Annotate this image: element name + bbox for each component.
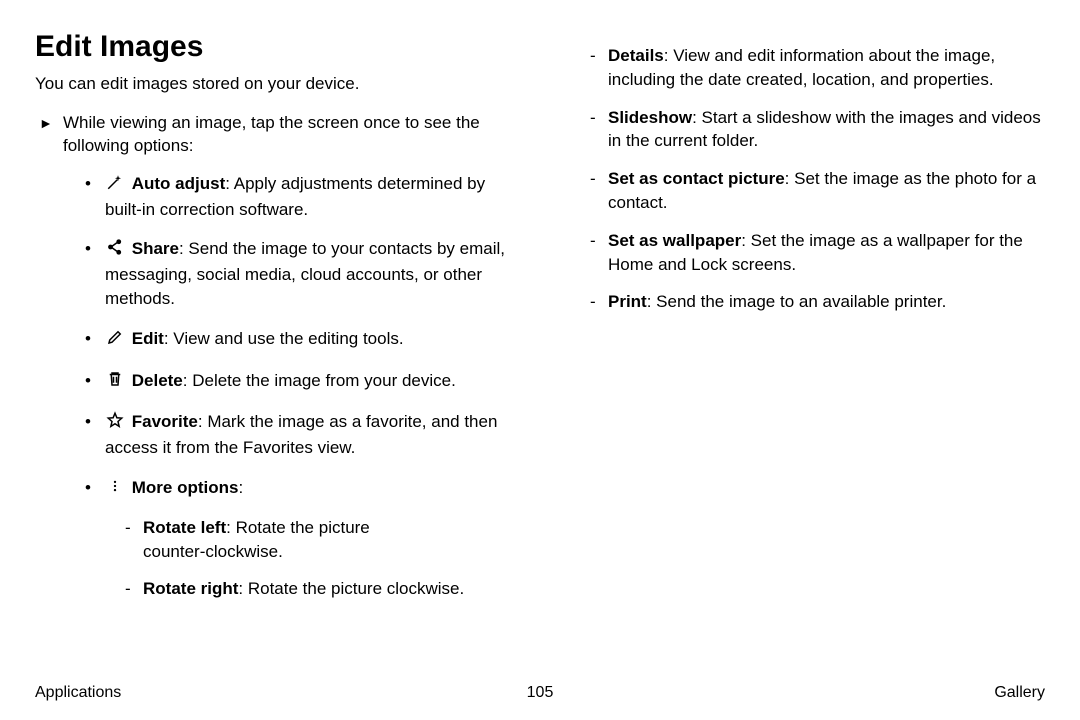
trash-icon — [105, 370, 125, 395]
share-icon — [105, 238, 125, 263]
option-label: Share — [132, 239, 179, 258]
pencil-icon — [105, 328, 125, 353]
sub-label: Set as contact picture — [608, 169, 785, 188]
star-icon — [105, 411, 125, 436]
option-desc: : View and use the editing tools. — [164, 329, 404, 348]
step-marker-icon: ► — [39, 112, 63, 158]
footer-right: Gallery — [994, 684, 1045, 702]
option-favorite: Favorite: Mark the image as a favorite, … — [85, 410, 510, 460]
option-more: More options: Rotate left: Rotate the pi… — [85, 476, 510, 601]
sub-print: Print: Send the image to an available pr… — [590, 290, 1045, 314]
sub-wallpaper: Set as wallpaper: Set the image as a wal… — [590, 229, 1045, 277]
option-delete: Delete: Delete the image from your devic… — [85, 369, 510, 395]
option-label: Delete — [132, 371, 183, 390]
option-share: Share: Send the image to your contacts b… — [85, 237, 510, 310]
options-list: Auto adjust: Apply adjustments determine… — [35, 172, 510, 601]
sub-label: Details — [608, 46, 664, 65]
sub-contact-picture: Set as contact picture: Set the image as… — [590, 167, 1045, 215]
option-label: Edit — [132, 329, 164, 348]
sub-desc: : View and edit information about the im… — [608, 46, 995, 89]
sub-rotate-left: Rotate left: Rotate the picture counter‑… — [125, 516, 510, 564]
step-item: ► While viewing an image, tap the screen… — [35, 112, 510, 158]
option-desc: : — [238, 478, 243, 497]
footer-page-number: 105 — [527, 684, 554, 702]
intro-text: You can edit images stored on your devic… — [35, 74, 510, 94]
sub-desc: : Send the image to an available printer… — [647, 292, 947, 311]
footer-left: Applications — [35, 684, 121, 702]
more-sublist-right: Details: View and edit information about… — [570, 44, 1045, 314]
option-label: Auto adjust — [132, 174, 226, 193]
more-sublist-left: Rotate left: Rotate the picture counter‑… — [105, 516, 510, 601]
option-label: Favorite — [132, 412, 198, 431]
option-label: More options — [132, 478, 239, 497]
option-desc: : Delete the image from your device. — [183, 371, 456, 390]
sub-details: Details: View and edit information about… — [590, 44, 1045, 92]
sub-desc: : Rotate the picture clockwise. — [238, 579, 464, 598]
page-title: Edit Images — [35, 30, 510, 64]
sub-rotate-right: Rotate right: Rotate the picture clockwi… — [125, 577, 510, 601]
sub-label: Slideshow — [608, 108, 692, 127]
sub-label: Rotate left — [143, 518, 226, 537]
sub-slideshow: Slideshow: Start a slideshow with the im… — [590, 106, 1045, 154]
more-vertical-icon — [105, 477, 125, 502]
page-footer: Applications 105 Gallery — [35, 684, 1045, 702]
step-text: While viewing an image, tap the screen o… — [63, 112, 510, 158]
sub-label: Set as wallpaper — [608, 231, 741, 250]
magic-wand-icon — [105, 173, 125, 198]
sub-label: Print — [608, 292, 647, 311]
option-auto-adjust: Auto adjust: Apply adjustments determine… — [85, 172, 510, 222]
option-edit: Edit: View and use the editing tools. — [85, 327, 510, 353]
sub-label: Rotate right — [143, 579, 238, 598]
